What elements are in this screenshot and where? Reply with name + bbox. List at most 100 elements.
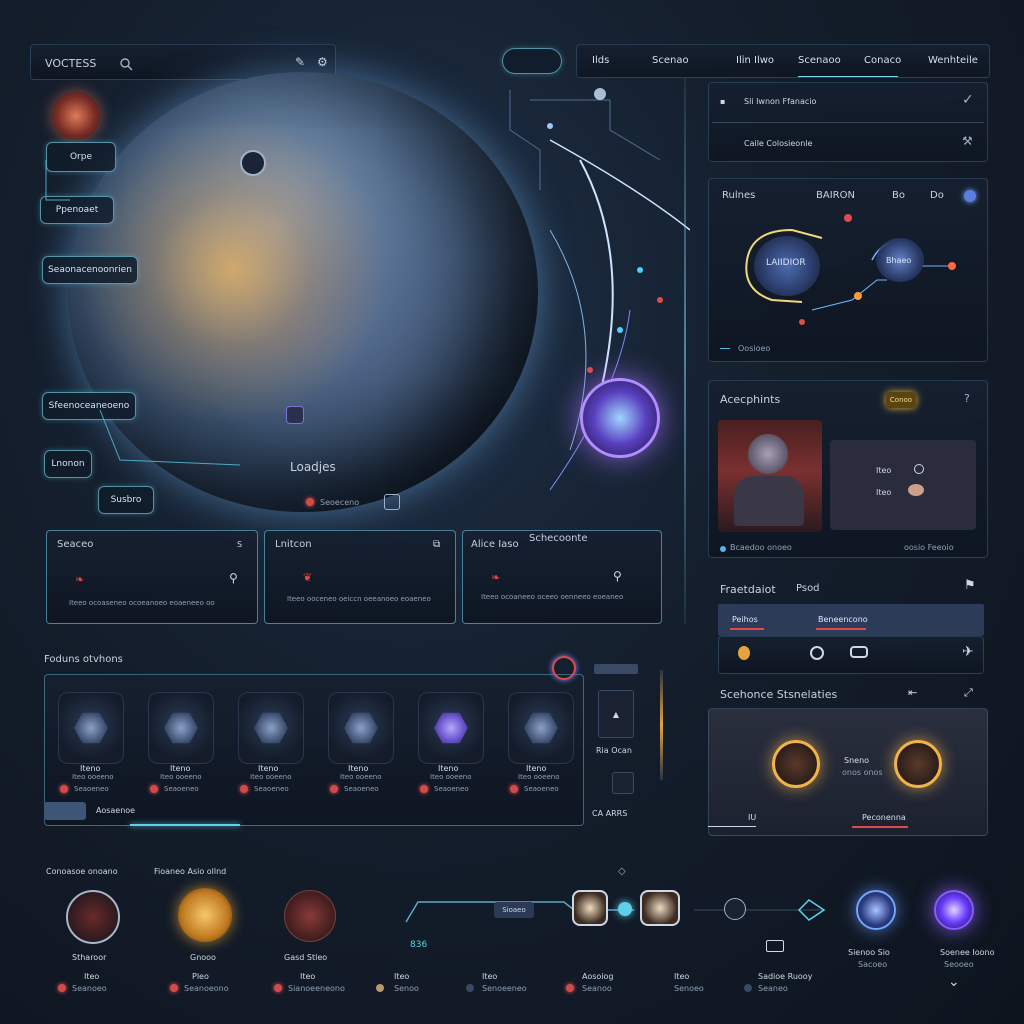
search-icon[interactable] — [119, 56, 133, 71]
bottom-item-4-dot — [376, 984, 384, 992]
check-icon[interactable]: ✓ — [962, 92, 974, 108]
bottom-item-3-name: Iteo — [300, 972, 316, 981]
inventory-item-3-icon — [254, 712, 288, 744]
bottom-portal-2-label: Soenee Ioono — [940, 948, 995, 957]
card-3-action-icon[interactable]: ⚲ — [613, 569, 622, 583]
achievement-item-2[interactable]: Iteo — [876, 488, 891, 497]
inventory-item-1-name: Iteno — [80, 764, 101, 773]
card-3-title2: Schecoonte — [529, 533, 588, 544]
features-tab-1-underline — [730, 628, 764, 630]
inventory-compass-icon[interactable] — [552, 656, 576, 680]
card-2-icon: ❦ — [303, 571, 313, 584]
nav-tab-1[interactable]: Ilds — [592, 55, 609, 66]
bottom-portal-1[interactable] — [856, 890, 896, 930]
chevron-down-icon[interactable]: ⌄ — [948, 974, 960, 990]
bottom-item-1-tag: Seanoeo — [72, 984, 107, 993]
info-row-2[interactable]: Caile Colosieonle — [744, 139, 812, 148]
inventory-scrollbar[interactable] — [660, 670, 663, 780]
bottom-item-2-tag: Seanoeono — [184, 984, 229, 993]
timeline-segment[interactable]: Sioaeo — [494, 902, 534, 918]
timeline-node-2[interactable] — [640, 890, 680, 926]
nav-tab-3[interactable]: Ilin Ilwo — [736, 55, 774, 66]
inventory-slot-3[interactable] — [238, 692, 304, 764]
inventory-item-6-tag: Seaoeneo — [524, 785, 559, 793]
bottom-orb-1[interactable] — [66, 890, 120, 944]
bottom-portal-2[interactable] — [934, 890, 974, 930]
achievement-item-1[interactable]: Iteo — [876, 466, 891, 475]
features-item-3-icon[interactable] — [850, 646, 868, 658]
tool-icon[interactable]: ⚒ — [962, 134, 973, 148]
portal-core-icon[interactable] — [580, 378, 660, 458]
features-item-1-icon[interactable] — [738, 646, 750, 660]
scenario-bottom-line — [708, 826, 756, 827]
bottom-item-2-dot — [170, 984, 178, 992]
inventory-panel — [44, 674, 584, 826]
inventory-slot-4[interactable] — [328, 692, 394, 764]
inventory-slot-1[interactable] — [58, 692, 124, 764]
achievements-badge[interactable]: Conoo — [886, 392, 916, 408]
inventory-footer-button[interactable] — [44, 802, 86, 820]
network-status-icon[interactable] — [964, 190, 976, 202]
inventory-slot-2[interactable] — [148, 692, 214, 764]
card-2-close-icon[interactable]: ⧉ — [433, 539, 440, 550]
bottom-toggle-button[interactable] — [766, 940, 784, 952]
card-2[interactable]: Lnitcon ❦ ⧉ Iteeo ooceneo oeiccn oeeanoe… — [264, 530, 456, 624]
planet-action-icon[interactable] — [384, 494, 400, 510]
avatar-helmet-icon — [748, 434, 788, 474]
achievement-avatar[interactable] — [718, 420, 822, 532]
card-3-title: Alice Iaso — [471, 539, 519, 550]
inventory-item-3-sub: Iteo ooeeno — [250, 773, 292, 781]
bottom-item-8-dot — [744, 984, 752, 992]
bottom-orb-3[interactable] — [284, 890, 336, 942]
inventory-item-2-sub: Iteo ooeeno — [160, 773, 202, 781]
settings-icon[interactable]: ⚙ — [317, 55, 328, 69]
scenario-bottom-left[interactable]: IU — [748, 813, 756, 822]
inventory-slot-5[interactable] — [418, 692, 484, 764]
network-tab-4[interactable]: Do — [930, 190, 944, 201]
features-tab-1[interactable]: Peihos — [732, 615, 758, 624]
scenario-bottom-tab-underline — [852, 826, 908, 828]
features-pin-icon[interactable]: ⚑ — [964, 578, 976, 593]
scenarios-back-icon[interactable]: ⇤ — [908, 686, 917, 699]
card-1-action-icon[interactable]: ⚲ — [229, 571, 238, 585]
nav-tab-4[interactable]: Scenaoo — [798, 55, 841, 66]
card-3-icon: ❧ — [491, 571, 501, 584]
nav-tab-5[interactable]: Conaco — [864, 55, 901, 66]
scenarios-expand-icon[interactable]: ⤢ — [964, 686, 973, 700]
network-tab-1[interactable]: Rulnes — [722, 190, 755, 201]
nav-tab-6[interactable]: Wenhteile — [928, 55, 978, 66]
card-3[interactable]: Alice Iaso Schecoonte ❧ ⚲ Iteeo ocoaneeo… — [462, 530, 662, 624]
scenario-orb-left[interactable] — [772, 740, 820, 788]
edit-icon[interactable]: ✎ — [295, 55, 305, 69]
timeline-node-3[interactable] — [724, 898, 746, 920]
network-tab-2[interactable]: BAIRON — [816, 190, 855, 201]
inventory-item-3-tag: Seaoeneo — [254, 785, 289, 793]
network-graph-lines — [745, 214, 956, 325]
nav-tab-2[interactable]: Scenao — [652, 55, 689, 66]
inventory-slot-6[interactable] — [508, 692, 574, 764]
network-tab-3[interactable]: Bo — [892, 190, 905, 201]
info-row-1[interactable]: Sli Iwnon Ffanacio — [744, 97, 816, 106]
bottom-orb-2[interactable] — [178, 888, 232, 942]
scenarios-title: Scehonce Stsnelaties — [720, 688, 838, 701]
bottom-portal-1-label: Sienoo Sio — [848, 948, 890, 957]
inventory-side-slot[interactable] — [612, 772, 634, 794]
achievement-footer-right: oosio Feeoio — [904, 543, 954, 552]
features-subtitle: Psod — [796, 583, 820, 594]
circuit-lines — [509, 88, 690, 491]
scenario-sublabel: onos onos — [842, 768, 883, 777]
inventory-side-card[interactable]: ▲ — [598, 690, 634, 738]
features-item-4-icon[interactable]: ✈ — [962, 644, 974, 660]
bottom-item-1-name: Iteo — [84, 972, 100, 981]
scenario-orb-right[interactable] — [894, 740, 942, 788]
timeline-node-active[interactable] — [618, 902, 632, 916]
scenario-bottom-tab[interactable]: Peconenna — [862, 813, 906, 822]
features-tab-2[interactable]: Beneencono — [818, 615, 868, 624]
features-item-2-icon[interactable] — [810, 646, 824, 660]
card-1[interactable]: Seaceo S ❧ ⚲ Iteeo ocoaseneo ocoeanoeo e… — [46, 530, 258, 624]
timeline-node-1[interactable] — [572, 890, 608, 926]
inventory-item-2-dot — [150, 785, 158, 793]
help-icon[interactable]: ? — [964, 392, 970, 405]
inventory-item-6-dot — [510, 785, 518, 793]
inventory-item-4-tag: Seaoeneo — [344, 785, 379, 793]
